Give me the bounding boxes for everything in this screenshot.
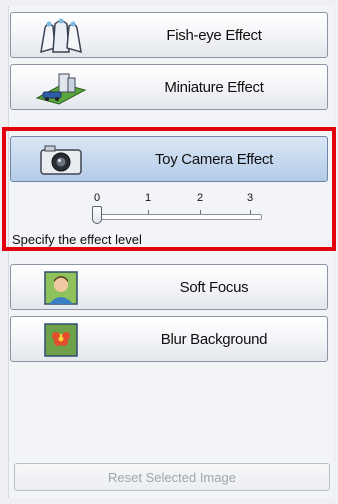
soft-focus-label: Soft Focus <box>179 278 249 296</box>
selection-highlight-frame <box>2 127 336 251</box>
blur-background-label: Blur Background <box>160 330 268 348</box>
fisheye-effect-button[interactable]: Fish-eye Effect <box>10 12 328 58</box>
reset-selected-image-button[interactable]: Reset Selected Image <box>14 463 330 491</box>
soft-focus-button[interactable]: Soft Focus <box>10 264 328 310</box>
reset-selected-image-label: Reset Selected Image <box>108 469 236 485</box>
effects-panel: Fish-eye Effect Miniature Effect Toy Cam… <box>0 0 338 504</box>
miniature-icon <box>35 70 87 106</box>
miniature-effect-label: Miniature Effect <box>164 78 264 96</box>
fisheye-icon <box>35 18 87 54</box>
flower-icon <box>35 322 87 358</box>
blur-background-button[interactable]: Blur Background <box>10 316 328 362</box>
fisheye-effect-label: Fish-eye Effect <box>166 26 262 44</box>
portrait-icon <box>35 270 87 306</box>
miniature-effect-button[interactable]: Miniature Effect <box>10 64 328 110</box>
